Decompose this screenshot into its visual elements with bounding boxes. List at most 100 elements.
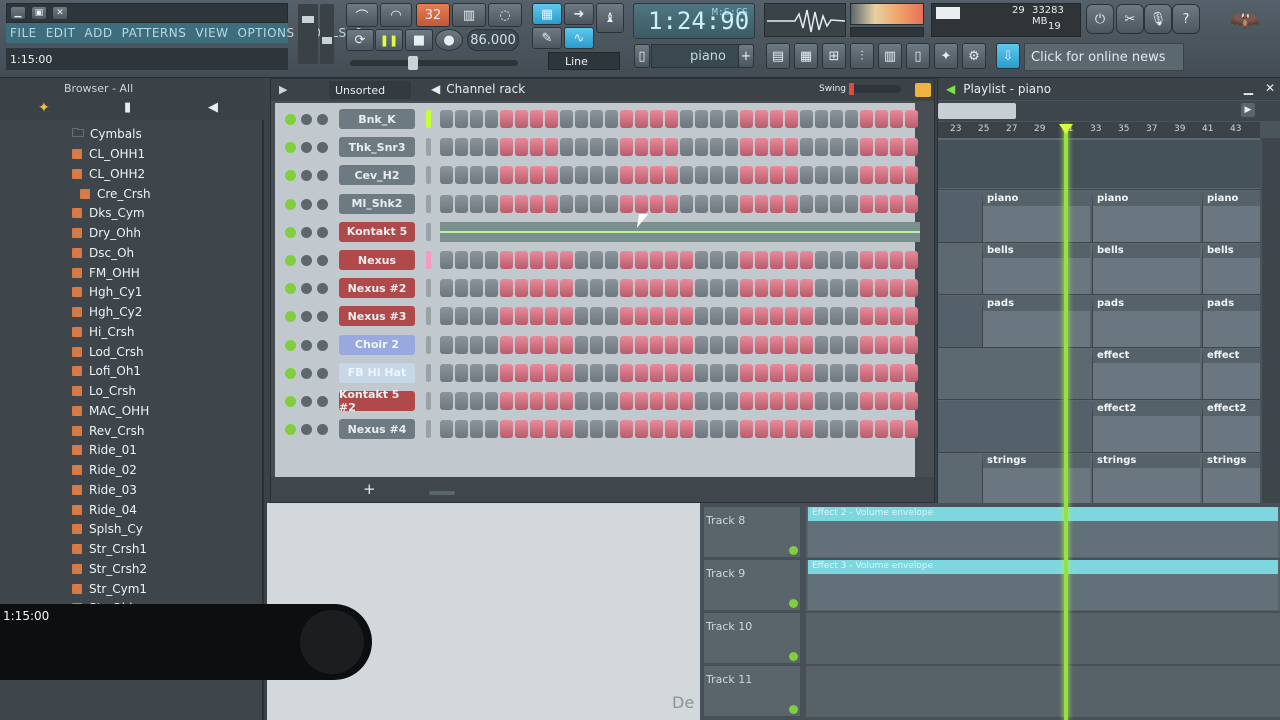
- online-news-button[interactable]: Click for online news: [1024, 43, 1184, 71]
- step-button[interactable]: [875, 166, 888, 185]
- step-button[interactable]: [665, 138, 678, 157]
- step-button[interactable]: [665, 363, 678, 382]
- step-button[interactable]: [890, 392, 903, 410]
- step-button[interactable]: [665, 279, 678, 298]
- step-button[interactable]: [515, 307, 528, 326]
- step-button[interactable]: [605, 307, 618, 326]
- volume-knob-icon[interactable]: [317, 114, 328, 125]
- step-button[interactable]: [845, 279, 858, 298]
- step-button[interactable]: [665, 335, 678, 354]
- step-button[interactable]: [740, 392, 753, 410]
- scissors-icon[interactable]: ✂: [1116, 4, 1144, 34]
- close-window-button[interactable]: ✕: [52, 6, 68, 20]
- mute-led-icon[interactable]: [285, 198, 296, 210]
- step-button[interactable]: [710, 194, 723, 213]
- step-button[interactable]: [530, 166, 543, 185]
- step-button[interactable]: [695, 279, 708, 298]
- step-button[interactable]: [830, 335, 843, 354]
- mute-led-icon[interactable]: [285, 226, 296, 238]
- step-button[interactable]: [740, 363, 753, 382]
- step-button[interactable]: [740, 110, 753, 128]
- step-button[interactable]: [875, 279, 888, 298]
- volume-knob-icon[interactable]: [317, 142, 328, 154]
- step-button[interactable]: [770, 251, 783, 269]
- step-button[interactable]: [755, 166, 768, 185]
- step-button[interactable]: [770, 110, 783, 128]
- pan-knob-icon[interactable]: [301, 339, 312, 351]
- step-button[interactable]: [635, 363, 648, 382]
- master-volume-slider[interactable]: [298, 4, 318, 64]
- step-button[interactable]: [455, 251, 468, 269]
- step-button[interactable]: [695, 307, 708, 326]
- browser-item[interactable]: Hgh_Cy1: [72, 282, 142, 302]
- step-button[interactable]: [755, 363, 768, 382]
- menu-edit[interactable]: EDIT: [46, 26, 76, 40]
- channel-name-button[interactable]: Nexus #2: [339, 278, 415, 299]
- step-button[interactable]: [710, 335, 723, 354]
- menu-file[interactable]: FILE: [10, 26, 37, 40]
- step-button[interactable]: [455, 166, 468, 185]
- step-button[interactable]: [530, 279, 543, 298]
- playhead-marker-icon[interactable]: [1059, 124, 1073, 134]
- step-button[interactable]: [560, 420, 573, 439]
- track-lane[interactable]: Effect 2 - Volume envelope: [806, 507, 1280, 558]
- step-button[interactable]: [710, 251, 723, 269]
- arrow-right-icon[interactable]: ➜: [564, 3, 594, 25]
- step-button[interactable]: [590, 194, 603, 213]
- channel-select-led[interactable]: [426, 279, 431, 298]
- volume-knob-icon[interactable]: [317, 396, 328, 407]
- step-button[interactable]: [590, 335, 603, 354]
- step-button[interactable]: [785, 392, 798, 410]
- song-position-slider[interactable]: [350, 56, 518, 70]
- browser-item[interactable]: Splsh_Cy: [72, 519, 143, 539]
- channel-name-button[interactable]: Nexus #4: [339, 419, 415, 440]
- step-button[interactable]: [785, 335, 798, 354]
- browser-item[interactable]: Lofi_Oh1: [72, 361, 141, 381]
- volume-knob-icon[interactable]: [317, 339, 328, 351]
- volume-knob-icon[interactable]: [317, 283, 328, 295]
- volume-knob-icon[interactable]: [317, 255, 328, 266]
- step-button[interactable]: [560, 392, 573, 410]
- step-button[interactable]: [740, 138, 753, 157]
- step-button[interactable]: [650, 335, 663, 354]
- channel-rack-window-icon[interactable]: ⊞: [822, 43, 846, 69]
- pattern-clip[interactable]: pads: [982, 296, 1090, 347]
- step-button[interactable]: [455, 392, 468, 410]
- step-button[interactable]: [470, 392, 483, 410]
- pan-knob-icon[interactable]: [301, 396, 312, 407]
- step-button[interactable]: [635, 335, 648, 354]
- step-button[interactable]: [560, 307, 573, 326]
- stop-button[interactable]: ■: [405, 29, 433, 51]
- folder-cymbals[interactable]: 🗀 Cymbals: [72, 124, 142, 144]
- step-button[interactable]: [560, 166, 573, 185]
- step-button[interactable]: [815, 166, 828, 185]
- step-button[interactable]: [785, 420, 798, 439]
- step-button[interactable]: [605, 110, 618, 128]
- step-button[interactable]: [440, 251, 453, 269]
- track-mute-led-icon[interactable]: [789, 652, 798, 661]
- step-button[interactable]: [695, 392, 708, 410]
- step-button[interactable]: [845, 251, 858, 269]
- step-button[interactable]: [605, 363, 618, 382]
- step-button[interactable]: [830, 392, 843, 410]
- step-button[interactable]: [485, 335, 498, 354]
- channel-name-button[interactable]: Nexus: [339, 250, 415, 270]
- step-button[interactable]: [560, 279, 573, 298]
- step-button[interactable]: [860, 392, 873, 410]
- step-button[interactable]: [725, 110, 738, 128]
- step-button[interactable]: [755, 279, 768, 298]
- step-button[interactable]: [440, 307, 453, 326]
- step-button[interactable]: [860, 138, 873, 157]
- step-button[interactable]: [545, 251, 558, 269]
- step-button[interactable]: [515, 335, 528, 354]
- step-button[interactable]: [770, 420, 783, 439]
- channel-name-button[interactable]: Kontakt 5 #2: [339, 388, 415, 414]
- step-button[interactable]: [440, 194, 453, 213]
- browser-item[interactable]: CL_OHH2: [72, 164, 145, 184]
- channel-name-button[interactable]: Ml_Shk2: [339, 193, 415, 214]
- step-button[interactable]: [695, 335, 708, 354]
- step-button[interactable]: [830, 363, 843, 382]
- step-button[interactable]: [725, 307, 738, 326]
- channel-select-led[interactable]: [426, 392, 431, 410]
- step-button[interactable]: [770, 363, 783, 382]
